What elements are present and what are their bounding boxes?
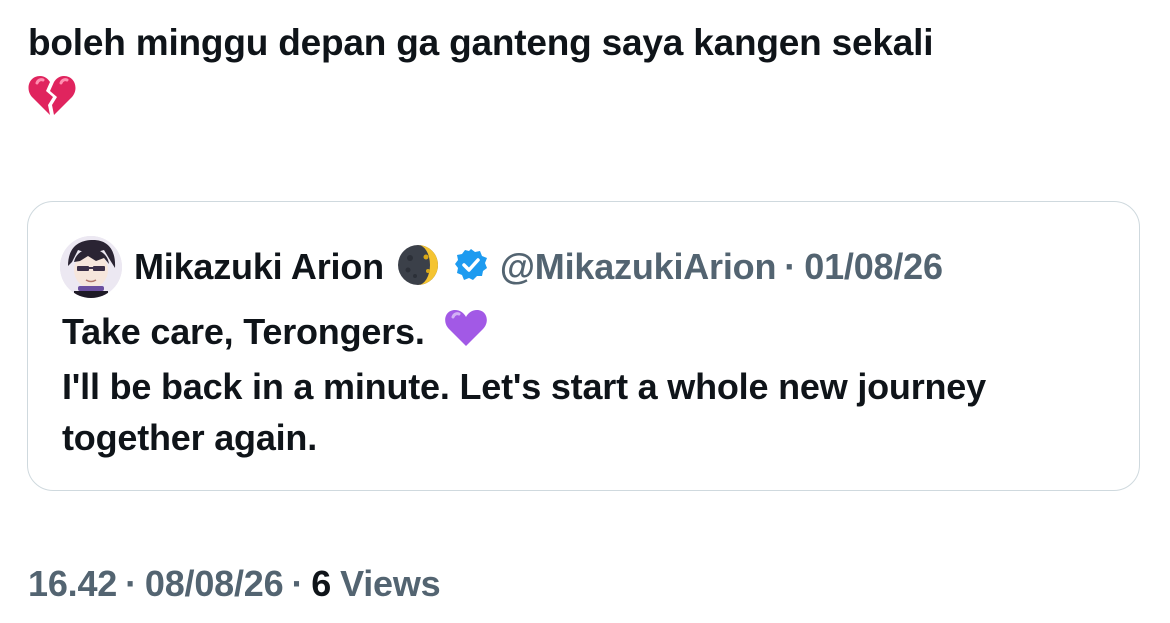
quoted-tweet-body: Take care, Terongers. I'll be back in a … (62, 306, 1132, 463)
views-count[interactable]: 6 (311, 563, 331, 605)
verified-badge-icon (454, 248, 488, 287)
quote-date[interactable]: 01/08/26 (804, 246, 943, 288)
broken-heart-icon (28, 73, 76, 134)
waxing-crescent-moon-icon (396, 243, 440, 292)
views-label[interactable]: Views (340, 563, 441, 605)
author-name[interactable]: Mikazuki Arion (134, 246, 384, 288)
author-handle[interactable]: @MikazukiArion (500, 246, 777, 288)
quoted-tweet-header: Mikazuki Arion @MikazukiArion · 01/08/26 (60, 236, 1119, 298)
quote-body-line: Take care, Terongers. (62, 311, 425, 352)
quote-body-line: together again. (62, 416, 318, 458)
tweet-metadata: 16.42 · 08/08/26 · 6 Views (28, 562, 441, 606)
purple-heart-icon (444, 308, 488, 361)
quote-body-line: I'll be back in a minute. Let's start a … (62, 365, 986, 407)
tweet-date[interactable]: 08/08/26 (145, 563, 284, 605)
tweet-text: boleh minggu depan ga ganteng saya kange… (28, 14, 1148, 134)
separator-dot: · (784, 246, 797, 287)
quoted-tweet-card[interactable]: Mikazuki Arion @MikazukiArion · 01/08/26 (27, 201, 1140, 491)
tweet-time[interactable]: 16.42 (28, 563, 117, 605)
separator-dot: · (125, 563, 137, 604)
avatar[interactable] (60, 236, 122, 298)
separator-dot: · (291, 563, 304, 604)
tweet-text-line: boleh minggu depan ga ganteng saya kange… (28, 22, 934, 63)
